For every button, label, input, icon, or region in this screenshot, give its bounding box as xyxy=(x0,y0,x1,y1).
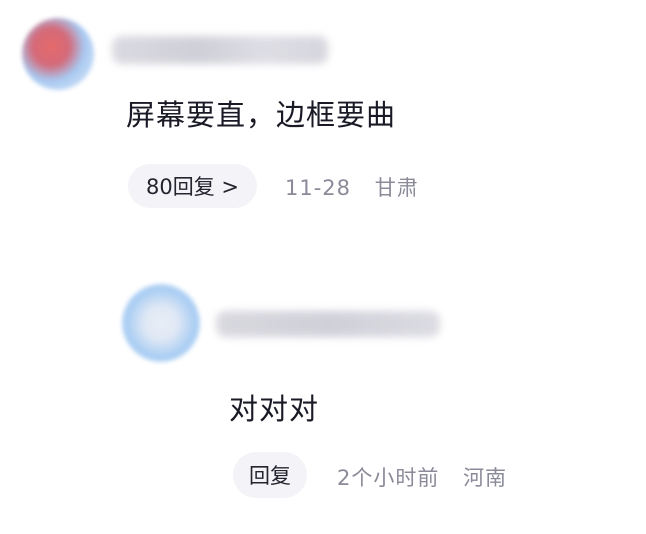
comment-date: 11-28 xyxy=(285,176,352,200)
reply-text: 对对对 xyxy=(229,392,320,426)
avatar[interactable] xyxy=(22,18,94,90)
username-blurred[interactable] xyxy=(216,311,440,337)
comment-meta: 11-28 甘肃 xyxy=(285,172,419,202)
reply-time: 2个小时前 xyxy=(337,466,440,490)
reply-button[interactable]: 回复 xyxy=(233,452,307,498)
reply-meta: 2个小时前 河南 xyxy=(337,462,507,492)
reply-location: 河南 xyxy=(463,466,508,490)
view-replies-button[interactable]: 80回复 > xyxy=(128,164,257,208)
avatar[interactable] xyxy=(122,284,200,362)
comment-text: 屏幕要直，边框要曲 xyxy=(126,98,397,132)
comment-location: 甘肃 xyxy=(374,176,419,200)
username-blurred[interactable] xyxy=(112,36,328,64)
